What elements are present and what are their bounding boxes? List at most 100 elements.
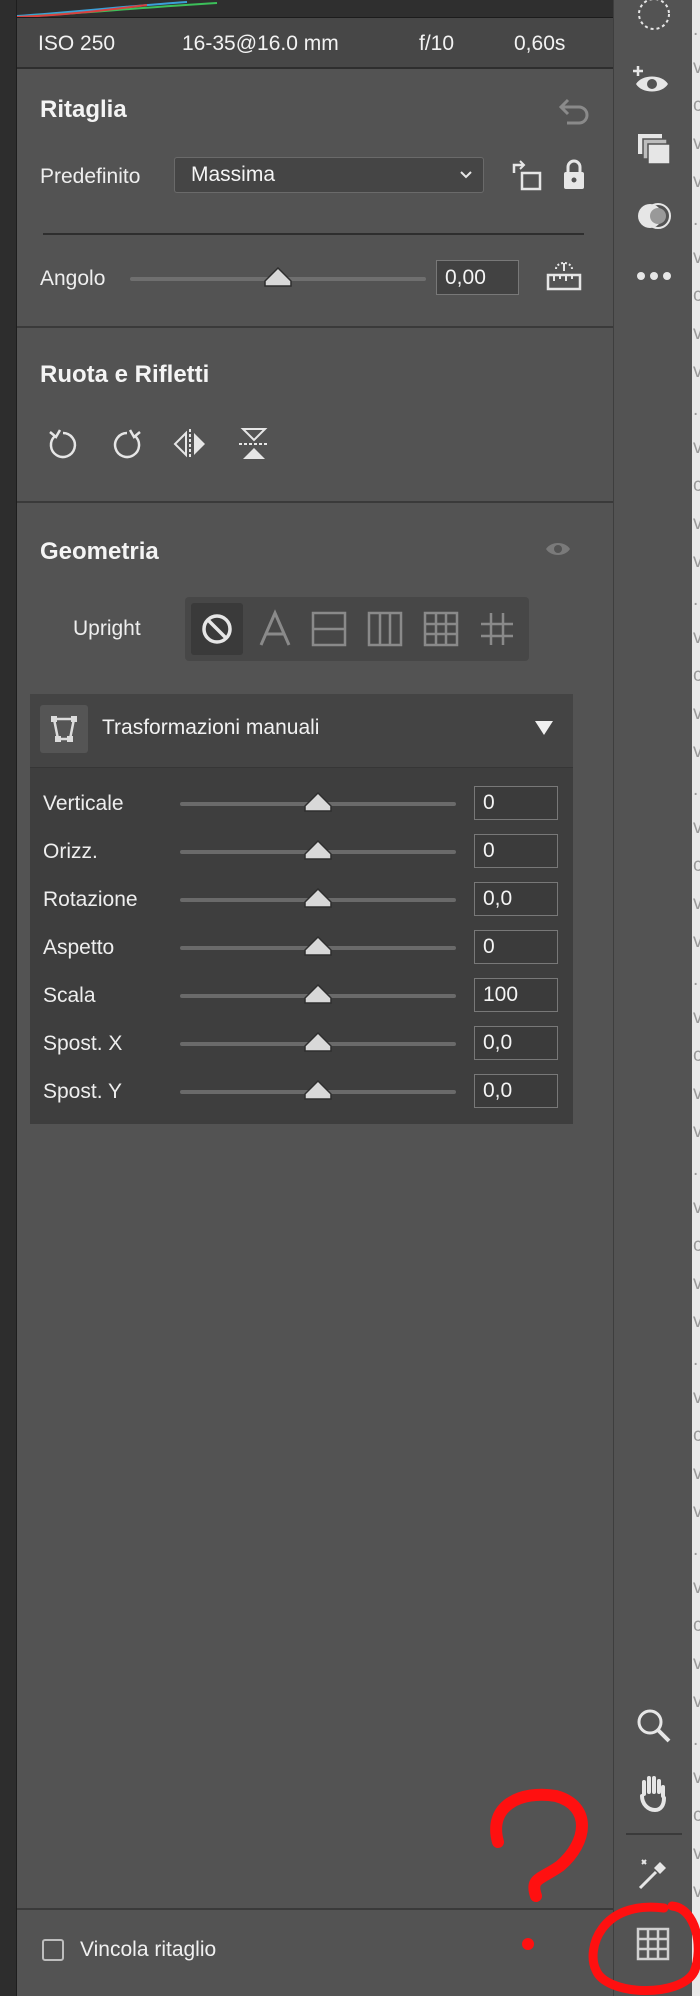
background-text-fragment: v [693, 1197, 700, 1218]
flip-horizontal-icon[interactable] [173, 427, 207, 461]
upright-vertical-icon[interactable] [367, 611, 403, 647]
slider-thumb[interactable] [304, 840, 332, 860]
slider-label: Orizz. [43, 840, 98, 863]
snapshots-icon[interactable] [636, 132, 672, 166]
background-text-fragment: v [693, 893, 700, 914]
flip-vertical-icon[interactable] [237, 427, 271, 461]
background-text-fragment: v [693, 323, 700, 344]
slider-value-input[interactable]: 100 [474, 978, 558, 1012]
mask-icon[interactable] [636, 0, 672, 32]
background-text-fragment: . [693, 209, 699, 230]
presets-icon[interactable] [636, 198, 672, 234]
background-text-fragment: v [693, 57, 700, 78]
angle-slider-thumb[interactable] [264, 267, 292, 287]
crop-section: Ritaglia Predefinito Massima Angolo 0,00 [17, 71, 613, 326]
slider-value-input[interactable]: 0,0 [474, 1026, 558, 1060]
preset-label: Predefinito [40, 165, 141, 188]
background-text-fragment: v [693, 1121, 700, 1142]
slider-label: Rotazione [43, 888, 138, 911]
reset-icon[interactable] [557, 97, 589, 125]
upright-auto-icon[interactable] [257, 609, 293, 649]
manual-transform-panel: Trasformazioni manuali Verticale 0 Orizz. 0… [30, 694, 573, 1124]
chevron-down-icon [459, 170, 473, 180]
slider-thumb[interactable] [304, 936, 332, 956]
grid-overlay-icon[interactable] [636, 1927, 670, 1961]
slider-row: Orizz. 0 [30, 834, 573, 874]
background-text-fragment: v [693, 1653, 700, 1674]
background-text-fragment: v [693, 513, 700, 534]
background-text-fragment: v [693, 1311, 700, 1332]
slider-label: Verticale [43, 792, 124, 815]
constrain-crop-checkbox[interactable] [42, 1939, 64, 1961]
color-sampler-icon[interactable] [636, 1856, 672, 1892]
upright-level-icon[interactable] [311, 611, 347, 647]
background-text-fragment: v [693, 931, 700, 952]
rotate-left-icon[interactable] [46, 427, 80, 461]
toolbar-divider [626, 1833, 682, 1835]
slider-thumb[interactable] [304, 1080, 332, 1100]
slider-row: Spost. X 0,0 [30, 1026, 573, 1066]
upright-off-button[interactable] [191, 603, 243, 655]
edit-panel: ISO 250 16-35@16.0 mm f/10 0,60s Ritagli… [17, 0, 613, 1908]
lock-icon[interactable] [562, 159, 586, 191]
slider-label: Spost. Y [43, 1080, 122, 1103]
crop-title: Ritaglia [40, 96, 127, 123]
background-text-fragment: . [693, 1349, 699, 1370]
slider-value-input[interactable]: 0 [474, 786, 558, 820]
slider-thumb[interactable] [304, 792, 332, 812]
slider-row: Rotazione 0,0 [30, 882, 573, 922]
slider-row: Spost. Y 0,0 [30, 1074, 573, 1114]
collapse-triangle-icon[interactable] [534, 720, 554, 736]
background-text-fragment: c [693, 665, 700, 686]
background-text-fragment: v [693, 1463, 700, 1484]
manual-transform-title: Trasformazioni manuali [102, 716, 320, 739]
background-text-fragment: c [693, 1805, 700, 1826]
background-text-fragment: v [693, 1007, 700, 1028]
background-text-fragment: v [693, 1387, 700, 1408]
constrain-crop-label: Vincola ritaglio [80, 1938, 217, 1961]
background-text-fragment: v [693, 817, 700, 838]
slider-value-input[interactable]: 0 [474, 930, 558, 964]
background-text-fragment: . [693, 969, 699, 990]
upright-guided-icon[interactable] [479, 611, 515, 647]
background-text-fragment: v [693, 361, 700, 382]
slider-value-input[interactable]: 0,0 [474, 1074, 558, 1108]
angle-label: Angolo [40, 267, 106, 290]
upright-full-icon[interactable] [423, 611, 459, 647]
slider-value-input[interactable]: 0,0 [474, 882, 558, 916]
slider-row: Aspetto 0 [30, 930, 573, 970]
eye-icon[interactable] [544, 539, 572, 559]
redeye-icon[interactable] [632, 64, 672, 104]
background-text-fragment: v [693, 437, 700, 458]
manual-transform-header[interactable]: Trasformazioni manuali [30, 694, 573, 768]
background-text-fragment: v [693, 703, 700, 724]
background-text-fragment: v [693, 1957, 700, 1978]
slider-label: Spost. X [43, 1032, 123, 1055]
background-text-fragment: c [693, 95, 700, 116]
exif-info-bar: ISO 250 16-35@16.0 mm f/10 0,60s [17, 18, 613, 69]
bottom-bar: Vincola ritaglio [17, 1908, 613, 1996]
slider-thumb[interactable] [304, 984, 332, 1004]
slider-value-input[interactable]: 0 [474, 834, 558, 868]
slider-thumb[interactable] [304, 1032, 332, 1052]
background-text-fragment: . [693, 1539, 699, 1560]
slider-row: Verticale 0 [30, 786, 573, 826]
straighten-tool-icon[interactable] [546, 261, 582, 291]
background-text-fragment: . [693, 1729, 699, 1750]
background-text-fragment: . [693, 1919, 699, 1940]
background-text-fragment: v [693, 1273, 700, 1294]
slider-thumb[interactable] [304, 888, 332, 908]
rotate-crop-icon[interactable] [510, 159, 544, 193]
rotate-right-icon[interactable] [110, 427, 144, 461]
angle-input[interactable]: 0,00 [436, 260, 519, 295]
zoom-icon[interactable] [636, 1708, 672, 1744]
hand-icon[interactable] [636, 1774, 670, 1812]
background-text-fragment: v [693, 1501, 700, 1522]
background-text-fragment: v [693, 741, 700, 762]
preset-dropdown[interactable]: Massima [174, 157, 484, 193]
background-text-fragment: v [693, 171, 700, 192]
more-icon[interactable] [635, 270, 673, 282]
background-text-fragment: c [693, 1045, 700, 1066]
background-text-fragment: v [693, 133, 700, 154]
slider-label: Scala [43, 984, 96, 1007]
